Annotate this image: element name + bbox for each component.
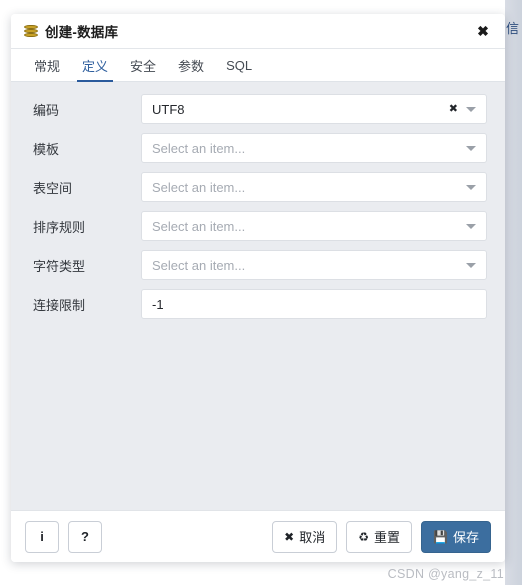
label-encoding: 编码 (33, 102, 60, 118)
reset-button-label: 重置 (374, 530, 401, 545)
background-partial-label: 信 (506, 21, 520, 36)
form-row-tablespace: 表空间 Select an item... (23, 172, 487, 202)
chevron-down-icon[interactable] (466, 145, 476, 151)
save-button-label: 保存 (452, 530, 479, 545)
label-tablespace: 表空间 (33, 180, 73, 196)
select-tablespace-value: Select an item... (152, 179, 246, 195)
dialog-tabs: 常规 定义 安全 参数 SQL (11, 49, 505, 82)
clear-icon[interactable]: ✖ (445, 103, 466, 115)
label-template: 模板 (33, 141, 60, 157)
footer-right-group: ✖ 取消 ♻ 重置 💾 保存 (272, 520, 491, 553)
database-icon (23, 24, 39, 39)
close-icon[interactable]: ✖ (471, 19, 495, 43)
chevron-down-icon[interactable] (466, 262, 476, 268)
select-template[interactable]: Select an item... (141, 133, 487, 163)
form-row-character-type: 字符类型 Select an item... (23, 250, 487, 280)
info-button[interactable]: i (25, 520, 59, 553)
form-row-template: 模板 Select an item... (23, 133, 487, 163)
label-collation: 排序规则 (33, 219, 86, 235)
select-template-value: Select an item... (152, 140, 246, 156)
help-button[interactable]: ? (68, 520, 102, 553)
footer-left-group: i ? (25, 520, 102, 553)
background-panel (505, 0, 522, 585)
form-row-encoding: 编码 UTF8 ✖ (23, 94, 487, 124)
watermark: CSDN @yang_z_11 (387, 567, 504, 581)
tab-security[interactable]: 安全 (119, 49, 167, 81)
select-encoding-value: UTF8 (152, 101, 185, 117)
save-icon: 💾 (433, 529, 448, 544)
chevron-down-icon[interactable] (466, 184, 476, 190)
recycle-icon: ♻ (358, 529, 370, 544)
dialog-header: 创建-数据库 ✖ (11, 14, 505, 49)
select-collation-value: Select an item... (152, 218, 246, 234)
select-collation[interactable]: Select an item... (141, 211, 487, 241)
tab-definition[interactable]: 定义 (71, 49, 119, 82)
cancel-button-label: 取消 (299, 530, 326, 545)
chevron-down-icon[interactable] (466, 106, 476, 112)
dialog-title: 创建-数据库 (45, 25, 119, 40)
select-tablespace[interactable]: Select an item... (141, 172, 487, 202)
form-row-connection-limit: 连接限制 -1 (23, 289, 487, 319)
create-database-dialog: 创建-数据库 ✖ 常规 定义 安全 参数 SQL 编码 UTF8 ✖ 模板 Se… (11, 14, 505, 562)
tab-parameters[interactable]: 参数 (167, 49, 215, 81)
dialog-footer: i ? ✖ 取消 ♻ 重置 💾 保存 (11, 510, 505, 562)
tab-general[interactable]: 常规 (23, 49, 71, 81)
chevron-down-icon[interactable] (466, 223, 476, 229)
select-character-type[interactable]: Select an item... (141, 250, 487, 280)
label-character-type: 字符类型 (33, 258, 86, 274)
reset-button[interactable]: ♻ 重置 (346, 520, 413, 553)
close-icon: ✖ (284, 529, 295, 544)
label-connection-limit: 连接限制 (33, 297, 86, 313)
tab-sql[interactable]: SQL (215, 49, 263, 81)
select-encoding[interactable]: UTF8 ✖ (141, 94, 487, 124)
connection-limit-input[interactable]: -1 (141, 289, 487, 319)
select-character-type-value: Select an item... (152, 257, 246, 273)
connection-limit-value: -1 (152, 296, 164, 312)
definition-form: 编码 UTF8 ✖ 模板 Select an item... 表空间 Selec… (11, 82, 505, 510)
cancel-button[interactable]: ✖ 取消 (272, 520, 338, 553)
form-row-collation: 排序规则 Select an item... (23, 211, 487, 241)
save-button[interactable]: 💾 保存 (421, 520, 491, 553)
